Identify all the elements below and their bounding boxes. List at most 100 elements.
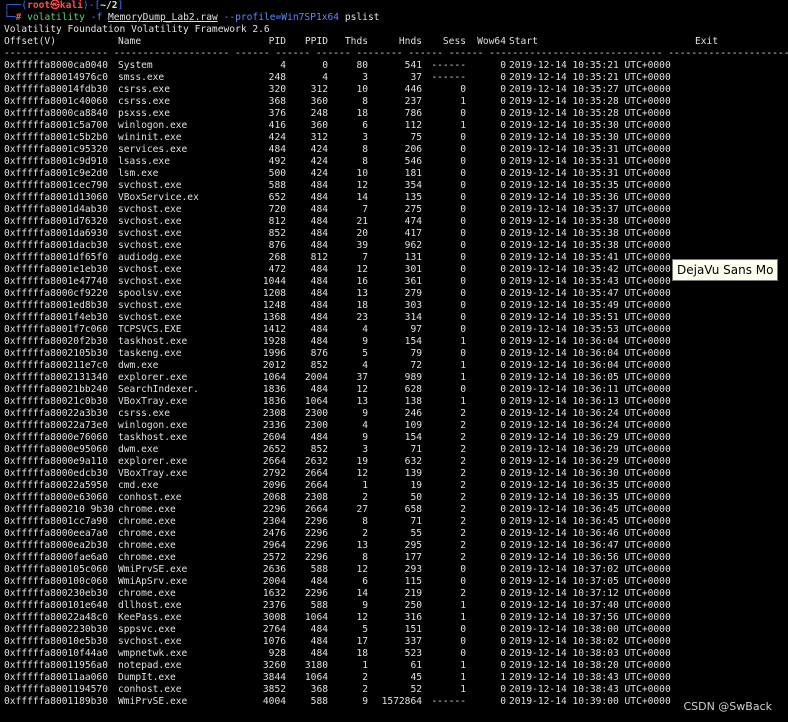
cell-start: 2019-12-14 10:36:56 UTC+0000 [509, 552, 671, 563]
table-row: 0xfffffa8000ca0040 System 4 0 80 541 ------ 0 20… [4, 60, 788, 72]
cell-sess: 2 [460, 408, 466, 419]
prompt-bracket: ┌──( [4, 0, 28, 11]
cell-ppid: 4 [322, 72, 328, 83]
cell-wow64: 0 [500, 72, 506, 83]
cell-sess: 0 [460, 192, 466, 203]
cell-name: audiodg.exe [118, 252, 182, 263]
cell-ppid: 2296 [304, 540, 328, 551]
cell-thds: 12 [356, 612, 368, 623]
cell-sess: 2 [460, 444, 466, 455]
cell-thds: 3 [362, 132, 368, 143]
cell-offset: 0xfffffa8001189b30 [4, 696, 108, 707]
cell-name: DumpIt.exe [118, 672, 176, 683]
cell-thds: 9 [362, 432, 368, 443]
table-row: 0xfffffa8001cec790 svchost.exe 588 484 12 354… [4, 180, 788, 192]
cell-offset: 0xfffffa8001c5a700 [4, 120, 108, 131]
cell-sess: 0 [460, 624, 466, 635]
cell-offset: 0xfffffa8000ca8840 [4, 108, 108, 119]
table-row: 0xfffffa8001e47740 svchost.exe 1044 484 16 36… [4, 276, 788, 288]
cell-wow64: 0 [500, 240, 506, 251]
cell-name: SearchIndexer. [118, 384, 199, 395]
cell-hnds: 303 [404, 300, 422, 311]
cell-wow64: 0 [500, 252, 506, 263]
cell-start: 2019-12-14 10:36:29 UTC+0000 [509, 456, 671, 467]
cell-name: chrome.exe [118, 552, 176, 563]
cell-thds: 2 [362, 492, 368, 503]
cell-sess: 0 [460, 576, 466, 587]
cell-start: 2019-12-14 10:36:45 UTC+0000 [509, 504, 671, 515]
cell-ppid: 484 [310, 288, 328, 299]
cell-hnds: 786 [404, 108, 422, 119]
table-row: 0xfffffa8001189b30 WmiPrvSE.exe 4004 588 9 15… [4, 696, 788, 708]
cell-hnds: 361 [404, 276, 422, 287]
cell-name: explorer.exe [118, 372, 188, 383]
cell-thds: 17 [356, 636, 368, 647]
cell-wow64: 0 [500, 96, 506, 107]
cell-pid: 3008 [262, 612, 286, 623]
header-name: Name [118, 36, 142, 47]
cell-ppid: 484 [310, 228, 328, 239]
cell-thds: 9 [362, 408, 368, 419]
cell-name: WmiApSrv.exe [118, 576, 188, 587]
cell-wow64: 0 [500, 564, 506, 575]
cell-hnds: 138 [404, 396, 422, 407]
cell-offset: 0xfffffa8002105b30 [4, 348, 108, 359]
cell-thds: 2 [362, 528, 368, 539]
cell-thds: 4 [362, 324, 368, 335]
cell-name: WmiPrvSE.exe [118, 696, 188, 707]
cell-ppid: 484 [310, 648, 328, 659]
cell-pid: 424 [268, 132, 286, 143]
cell-offset: 0xfffffa8001f4eb30 [4, 312, 108, 323]
cell-pid: 1996 [262, 348, 286, 359]
cell-pid: 472 [268, 264, 286, 275]
table-row: 0xfffffa8000ca8840 psxss.exe 376 248 18 786 0 0… [4, 108, 788, 120]
cell-wow64: 0 [500, 132, 506, 143]
cell-start: 2019-12-14 10:35:53 UTC+0000 [509, 324, 671, 335]
cell-name: sppsvc.exe [118, 624, 176, 635]
cell-wow64: 0 [500, 552, 506, 563]
cell-offset: 0xfffffa8000e95060 [4, 444, 108, 455]
cell-offset: 0xfffffa8001194570 [4, 684, 108, 695]
table-header-row: Offset(V) Name PID PPID Thds Hnds Sess W… [4, 36, 788, 48]
cell-wow64: 0 [500, 144, 506, 155]
command-name: volatility [27, 12, 85, 23]
table-row: 0xfffffa80014fdb30 csrss.exe 320 312 10 446 0 0… [4, 84, 788, 96]
cell-start: 2019-12-14 10:36:35 UTC+0000 [509, 480, 671, 491]
cell-sess: 0 [460, 348, 466, 359]
cell-name: smss.exe [118, 72, 165, 83]
cell-ppid: 588 [310, 696, 328, 707]
cell-thds: 4 [362, 360, 368, 371]
cell-name: chrome.exe [118, 588, 176, 599]
cell-offset: 0xfffffa8001da6930 [4, 228, 108, 239]
cell-start: 2019-12-14 10:35:38 UTC+0000 [509, 240, 671, 251]
table-row: 0xfffffa8000e76060 taskhost.exe 2604 484 9 15… [4, 432, 788, 444]
cell-name: TCPSVCS.EXE [118, 324, 182, 335]
cell-pid: 2304 [262, 516, 286, 527]
cell-thds: 20 [356, 228, 368, 239]
cell-thds: 13 [356, 540, 368, 551]
cell-pid: 1836 [262, 384, 286, 395]
terminal-output[interactable]: ┌──(root㉿kali)-[~/2] └─# volatility -f M… [4, 0, 788, 708]
cell-offset: 0xfffffa8000e76060 [4, 432, 108, 443]
header-pid: PID [268, 36, 286, 47]
command-file-arg[interactable]: MemoryDump_Lab2.raw [108, 12, 218, 23]
table-row: 0xfffffa8000e95060 dwm.exe 2652 852 3 71 2 0 201… [4, 444, 788, 456]
table-row: 0xfffffa80011956a0 notepad.exe 3260 3180 1 61… [4, 660, 788, 672]
cell-thds: 8 [362, 144, 368, 155]
cell-name: conhost.exe [118, 492, 182, 503]
table-row: 0xfffffa8001f7c060 TCPSVCS.EXE 1412 484 4 97 0… [4, 324, 788, 336]
table-row: 0xfffffa800100c060 WmiApSrv.exe 2004 484 6 11… [4, 576, 788, 588]
cell-ppid: 484 [310, 336, 328, 347]
cell-start: 2019-12-14 10:35:41 UTC+0000 [509, 252, 671, 263]
table-row: 0xfffffa8000cf9220 spoolsv.exe 1208 484 13 27… [4, 288, 788, 300]
table-row: 0xfffffa80021bb240 SearchIndexer. 1836 484 1… [4, 384, 788, 396]
cell-start: 2019-12-14 10:38:20 UTC+0000 [509, 660, 671, 671]
cell-wow64: 0 [500, 492, 506, 503]
cell-wow64: 0 [500, 696, 506, 707]
cell-sess: 0 [460, 648, 466, 659]
cell-sess: 0 [460, 132, 466, 143]
cell-ppid: 2296 [304, 516, 328, 527]
cell-name: dwm.exe [118, 360, 159, 371]
cell-hnds: 237 [404, 96, 422, 107]
cell-ppid: 484 [310, 624, 328, 635]
